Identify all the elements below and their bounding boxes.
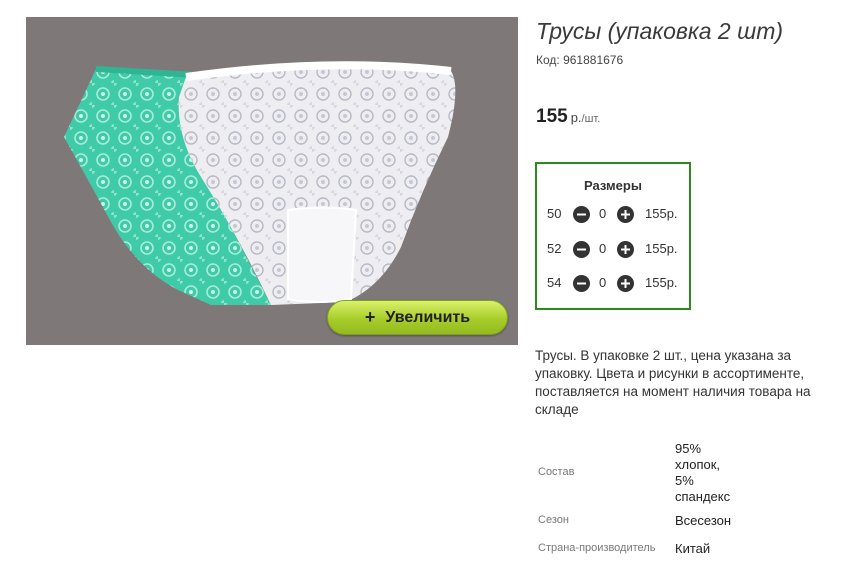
plus-icon <box>621 279 630 288</box>
product-image <box>64 61 456 305</box>
increase-quantity-button[interactable] <box>617 275 634 292</box>
size-row: 50 0 155р. <box>537 204 689 224</box>
plus-icon <box>621 210 630 219</box>
sizes-header: Размеры <box>584 178 642 193</box>
spec-label-season: Сезон <box>538 514 569 526</box>
product-photo[interactable]: + Увеличить <box>26 17 518 345</box>
minus-icon <box>577 248 586 251</box>
spec-label-composition: Состав <box>538 466 575 478</box>
sizes-box: Размеры 50 0 155р. 52 0 155р. 54 0 155р. <box>535 162 691 310</box>
size-label: 50 <box>547 206 562 221</box>
plus-icon: + <box>364 307 376 327</box>
spec-label-country: Страна-производитель <box>538 542 656 554</box>
size-row: 52 0 155р. <box>537 239 689 259</box>
spec-value-line: 95% <box>675 441 702 456</box>
quantity-value: 0 <box>599 206 607 221</box>
spec-value-composition: 95% хлопок, 5% спандекс <box>675 441 730 505</box>
minus-icon <box>577 282 586 285</box>
minus-icon <box>577 213 586 216</box>
spec-value-line: 5% <box>675 473 694 488</box>
product-code: Код: 961881676 <box>536 53 624 67</box>
price-value: 155 <box>536 106 568 127</box>
size-label: 52 <box>547 241 562 256</box>
zoom-button[interactable]: + Увеличить <box>327 300 508 335</box>
price-unit: /шт. <box>581 113 601 125</box>
increase-quantity-button[interactable] <box>617 241 634 258</box>
product-description: Трусы. В упаковке 2 шт., цена указана за… <box>535 348 811 417</box>
size-label: 54 <box>547 275 562 290</box>
quantity-value: 0 <box>599 275 607 290</box>
spec-value-line: хлопок, <box>675 457 721 472</box>
spec-value-season: Всесезон <box>675 513 732 528</box>
spec-value-line: спандекс <box>675 489 731 504</box>
quantity-value: 0 <box>599 241 607 256</box>
zoom-button-label: Увеличить <box>385 308 471 326</box>
product-price: 155 р./шт. <box>536 106 600 128</box>
size-price: 155р. <box>645 275 678 290</box>
decrease-quantity-button[interactable] <box>573 241 590 258</box>
size-price: 155р. <box>645 241 678 256</box>
size-price: 155р. <box>645 206 678 221</box>
increase-quantity-button[interactable] <box>617 206 634 223</box>
size-row: 54 0 155р. <box>537 273 689 293</box>
price-currency: р. <box>570 110 582 125</box>
product-title: Трусы (упаковка 2 шт) <box>536 18 784 44</box>
spec-value-country: Китай <box>675 541 711 556</box>
plus-icon <box>621 245 630 254</box>
decrease-quantity-button[interactable] <box>573 206 590 223</box>
decrease-quantity-button[interactable] <box>573 275 590 292</box>
